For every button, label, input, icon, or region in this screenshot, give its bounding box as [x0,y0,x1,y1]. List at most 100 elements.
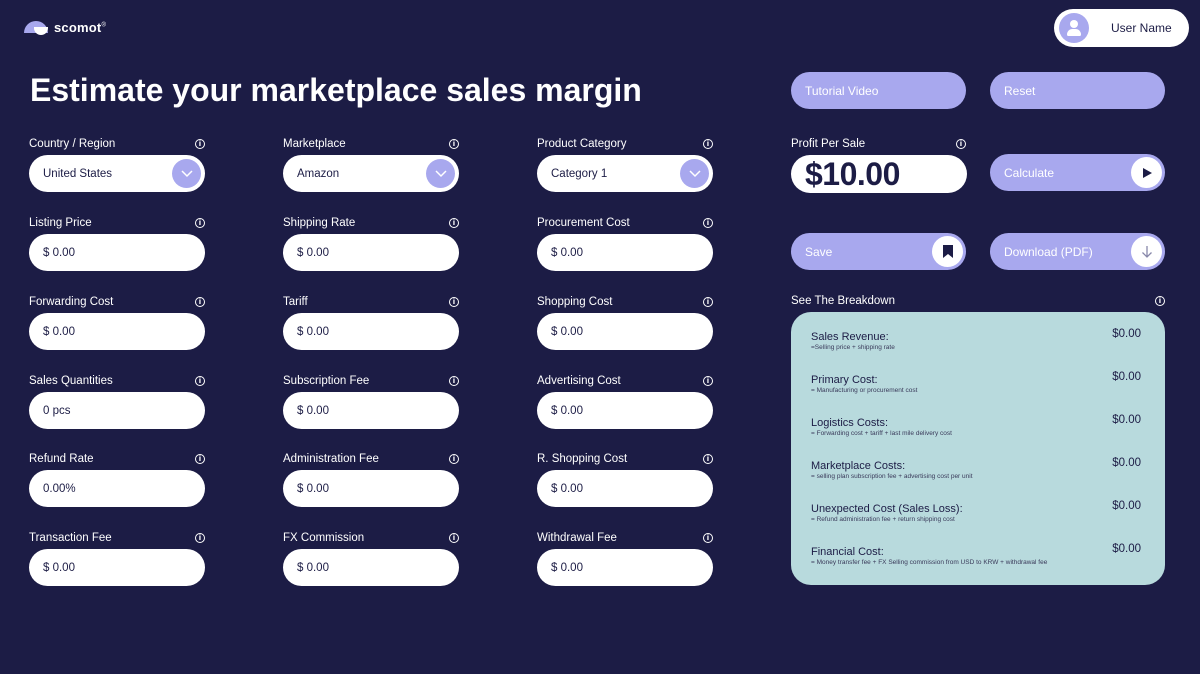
field-label: Refund Rate [29,453,94,465]
shopping-cost-input[interactable]: $ 0.00 [537,313,713,350]
sales-quantities-input[interactable]: 0 pcs [29,392,205,429]
chevron-down-icon[interactable] [426,159,455,188]
tutorial-video-label: Tutorial Video [805,83,879,98]
r-shopping-cost-input[interactable]: $ 0.00 [537,470,713,507]
info-icon[interactable]: i [449,454,459,464]
calculate-button[interactable]: Calculate [990,154,1165,191]
tariff-input[interactable]: $ 0.00 [283,313,459,350]
field-refund-rate: Refund Rate i 0.00% [29,452,205,507]
user-menu-button[interactable]: User Name [1054,9,1189,47]
info-icon[interactable]: i [195,376,205,386]
field-label: R. Shopping Cost [537,453,628,465]
select-value: Category 1 [551,167,608,180]
breakdown-item-title: Unexpected Cost (Sales Loss): [811,503,963,515]
field-marketplace: Marketplace i Amazon [283,137,459,192]
field-r-shopping-cost: R. Shopping Cost i $ 0.00 [537,452,713,507]
download-pdf-button[interactable]: Download (PDF) [990,233,1165,270]
subscription-fee-input[interactable]: $ 0.00 [283,392,459,429]
withdrawal-fee-input[interactable]: $ 0.00 [537,549,713,586]
info-icon[interactable]: i [703,454,713,464]
info-icon[interactable]: i [195,297,205,307]
marketplace-select[interactable]: Amazon [283,155,459,192]
info-icon[interactable]: i [956,139,966,149]
info-icon[interactable]: i [449,139,459,149]
arrow-down-icon [1131,236,1162,267]
breakdown-item-formula: = selling plan subscription fee + advert… [811,473,973,480]
field-label: Forwarding Cost [29,296,114,308]
profit-per-sale: Profit Per Sale i $10.00 [791,137,967,193]
listing-price-input[interactable]: $ 0.00 [29,234,205,271]
breakdown-item: Financial Cost: = Money transfer fee + F… [811,541,1145,584]
field-advertising-cost: Advertising Cost i $ 0.00 [537,374,713,429]
breakdown-item: Unexpected Cost (Sales Loss): = Refund a… [811,498,1145,541]
breakdown-label: See The Breakdown [791,295,895,307]
reset-label: Reset [1004,83,1036,98]
fx-commission-input[interactable]: $ 0.00 [283,549,459,586]
breakdown-item-formula: =Selling price + shipping rate [811,344,895,351]
info-icon[interactable]: i [1155,296,1165,306]
info-icon[interactable]: i [449,218,459,228]
field-fx-commission: FX Commission i $ 0.00 [283,531,459,586]
info-icon[interactable]: i [703,376,713,386]
field-label: FX Commission [283,532,365,544]
bookmark-icon [932,236,963,267]
procurement-cost-input[interactable]: $ 0.00 [537,234,713,271]
tutorial-video-button[interactable]: Tutorial Video [791,72,966,109]
breakdown-item-formula: = Money transfer fee + FX Selling commis… [811,559,1048,566]
play-icon [1131,157,1162,188]
field-label: Shipping Rate [283,217,356,229]
info-icon[interactable]: i [703,297,713,307]
breakdown-item-formula: = Manufacturing or procurement cost [811,387,918,394]
breakdown-item: Logistics Costs: = Forwarding cost + tar… [811,412,1145,455]
breakdown-item-value: $0.00 [1112,457,1141,469]
info-icon[interactable]: i [449,297,459,307]
field-label: Listing Price [29,217,92,229]
field-label: Subscription Fee [283,375,370,387]
breakdown-item-value: $0.00 [1112,414,1141,426]
reset-button[interactable]: Reset [990,72,1165,109]
save-label: Save [805,244,833,259]
profit-label: Profit Per Sale [791,138,866,150]
shipping-rate-input[interactable]: $ 0.00 [283,234,459,271]
info-icon[interactable]: i [703,218,713,228]
field-tariff: Tariff i $ 0.00 [283,295,459,350]
field-administration-fee: Administration Fee i $ 0.00 [283,452,459,507]
info-icon[interactable]: i [703,139,713,149]
field-subscription-fee: Subscription Fee i $ 0.00 [283,374,459,429]
info-icon[interactable]: i [703,533,713,543]
info-icon[interactable]: i [195,454,205,464]
field-listing-price: Listing Price i $ 0.00 [29,216,205,271]
save-button[interactable]: Save [791,233,966,270]
field-label: Withdrawal Fee [537,532,617,544]
product-category-select[interactable]: Category 1 [537,155,713,192]
breakdown-item-title: Sales Revenue: [811,331,889,343]
page: scomot® User Name Estimate your marketpl… [0,0,1200,674]
field-label: Sales Quantities [29,375,113,387]
download-label: Download (PDF) [1004,244,1093,259]
field-label: Marketplace [283,138,346,150]
breakdown-panel: Sales Revenue: =Selling price + shipping… [791,312,1165,585]
field-forwarding-cost: Forwarding Cost i $ 0.00 [29,295,205,350]
chevron-down-icon[interactable] [172,159,201,188]
breakdown-item-title: Marketplace Costs: [811,460,906,472]
administration-fee-input[interactable]: $ 0.00 [283,470,459,507]
refund-rate-input[interactable]: 0.00% [29,470,205,507]
user-avatar-icon [1059,13,1089,43]
brand-logo[interactable]: scomot® [24,20,106,35]
info-icon[interactable]: i [449,376,459,386]
breakdown-item: Marketplace Costs: = selling plan subscr… [811,455,1145,498]
info-icon[interactable]: i [449,533,459,543]
info-icon[interactable]: i [195,533,205,543]
breakdown-item-value: $0.00 [1112,500,1141,512]
transaction-fee-input[interactable]: $ 0.00 [29,549,205,586]
country-region-select[interactable]: United States [29,155,205,192]
field-label: Administration Fee [283,453,379,465]
field-sales-quantities: Sales Quantities i 0 pcs [29,374,205,429]
breakdown-item: Primary Cost: = Manufacturing or procure… [811,369,1145,412]
advertising-cost-input[interactable]: $ 0.00 [537,392,713,429]
field-label: Procurement Cost [537,217,630,229]
forwarding-cost-input[interactable]: $ 0.00 [29,313,205,350]
info-icon[interactable]: i [195,139,205,149]
chevron-down-icon[interactable] [680,159,709,188]
info-icon[interactable]: i [195,218,205,228]
